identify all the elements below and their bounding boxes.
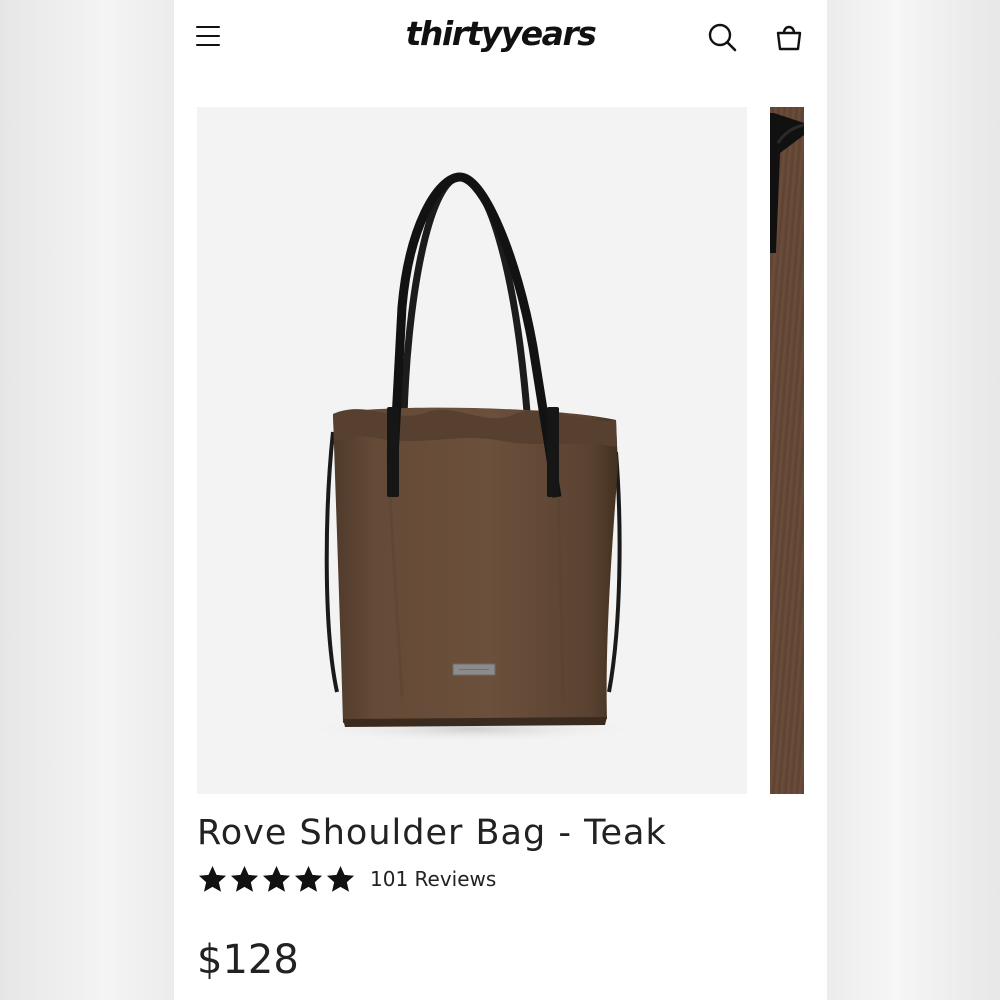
reviews-link[interactable]: 101 Reviews xyxy=(370,867,496,891)
product-image xyxy=(302,172,642,743)
star-icon xyxy=(198,865,227,892)
product-gallery[interactable] xyxy=(197,107,827,795)
rating-stars xyxy=(197,864,356,895)
strap-detail xyxy=(770,113,804,253)
product-image-main[interactable] xyxy=(197,107,747,794)
star-icon xyxy=(262,865,291,892)
product-price: $128 xyxy=(197,937,299,983)
product-image-next[interactable] xyxy=(770,107,804,794)
star-icon xyxy=(294,865,323,892)
product-rating[interactable]: 101 Reviews xyxy=(197,862,496,896)
star-icon xyxy=(326,865,355,892)
site-header: thirtyyears xyxy=(174,0,827,80)
product-page: thirtyyears Rove Shoulder Bag - Teak 101… xyxy=(174,0,827,1000)
product-title: Rove Shoulder Bag - Teak xyxy=(197,813,667,853)
search-icon[interactable] xyxy=(705,20,739,54)
star-icon xyxy=(230,865,259,892)
background-right xyxy=(827,0,1000,1000)
shopping-bag-icon[interactable] xyxy=(772,20,806,54)
background-left xyxy=(0,0,174,1000)
